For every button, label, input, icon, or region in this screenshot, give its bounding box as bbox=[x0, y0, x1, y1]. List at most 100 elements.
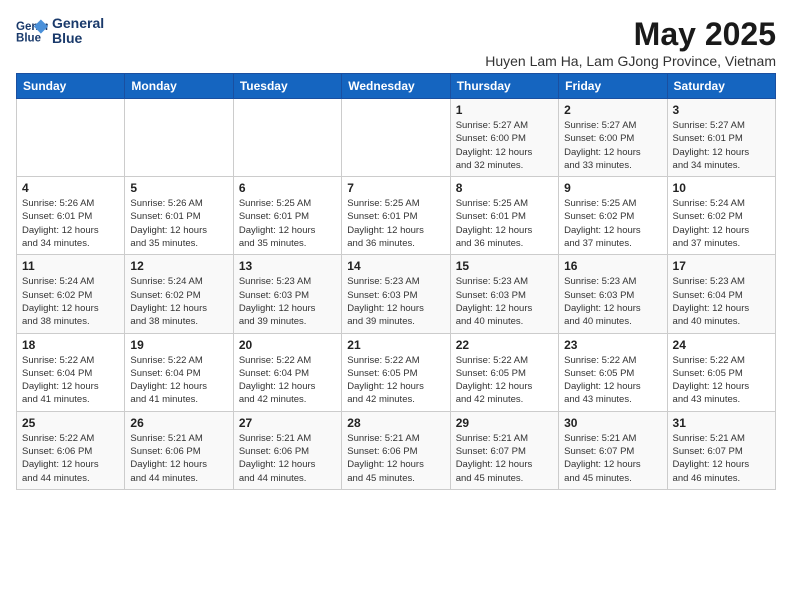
day-info: Sunrise: 5:22 AM Sunset: 6:05 PM Dayligh… bbox=[564, 354, 661, 407]
day-info: Sunrise: 5:21 AM Sunset: 6:06 PM Dayligh… bbox=[347, 432, 444, 485]
calendar-cell: 26Sunrise: 5:21 AM Sunset: 6:06 PM Dayli… bbox=[125, 411, 233, 489]
day-info: Sunrise: 5:24 AM Sunset: 6:02 PM Dayligh… bbox=[130, 275, 227, 328]
calendar-cell: 14 Sunrise: 5:23 AM Sunset: 6:03 PM Dayli… bbox=[342, 255, 450, 333]
calendar-cell: 7 Sunrise: 5:25 AM Sunset: 6:01 PM Daylig… bbox=[342, 177, 450, 255]
header-day-wednesday: Wednesday bbox=[342, 74, 450, 99]
day-number: 10 bbox=[673, 181, 770, 195]
calendar-body: 1 Sunrise: 5:27 AM Sunset: 6:00 PM Daylig… bbox=[17, 99, 776, 490]
calendar-cell: 12 Sunrise: 5:24 AM Sunset: 6:02 PM Dayli… bbox=[125, 255, 233, 333]
calendar-cell bbox=[125, 99, 233, 177]
week-row-1: 1 Sunrise: 5:27 AM Sunset: 6:00 PM Daylig… bbox=[17, 99, 776, 177]
calendar-title: May 2025 bbox=[485, 16, 776, 53]
day-info: Sunrise: 5:22 AM Sunset: 6:04 PM Dayligh… bbox=[239, 354, 336, 407]
day-info: Sunrise: 5:26 AM Sunset: 6:01 PM Dayligh… bbox=[130, 197, 227, 250]
day-info: Sunrise: 5:23 AM Sunset: 6:03 PM Dayligh… bbox=[456, 275, 553, 328]
day-number: 18 bbox=[22, 338, 119, 352]
header-day-friday: Friday bbox=[559, 74, 667, 99]
day-number: 13 bbox=[239, 259, 336, 273]
day-number: 9 bbox=[564, 181, 661, 195]
day-info: Sunrise: 5:24 AM Sunset: 6:02 PM Dayligh… bbox=[22, 275, 119, 328]
day-info: Sunrise: 5:23 AM Sunset: 6:04 PM Dayligh… bbox=[673, 275, 770, 328]
day-number: 14 bbox=[347, 259, 444, 273]
day-info: Sunrise: 5:23 AM Sunset: 6:03 PM Dayligh… bbox=[347, 275, 444, 328]
calendar-cell: 10 Sunrise: 5:24 AM Sunset: 6:02 PM Dayli… bbox=[667, 177, 775, 255]
day-number: 6 bbox=[239, 181, 336, 195]
calendar-cell: 22 Sunrise: 5:22 AM Sunset: 6:05 PM Dayli… bbox=[450, 333, 558, 411]
header-row: SundayMondayTuesdayWednesdayThursdayFrid… bbox=[17, 74, 776, 99]
day-number: 11 bbox=[22, 259, 119, 273]
day-number: 17 bbox=[673, 259, 770, 273]
day-number: 4 bbox=[22, 181, 119, 195]
calendar-cell: 19Sunrise: 5:22 AM Sunset: 6:04 PM Dayli… bbox=[125, 333, 233, 411]
day-number: 5 bbox=[130, 181, 227, 195]
header-day-saturday: Saturday bbox=[667, 74, 775, 99]
day-number: 23 bbox=[564, 338, 661, 352]
page-header: General Blue General Blue May 2025 Huyen… bbox=[16, 16, 776, 69]
calendar-cell: 13 Sunrise: 5:23 AM Sunset: 6:03 PM Dayli… bbox=[233, 255, 341, 333]
day-info: Sunrise: 5:22 AM Sunset: 6:05 PM Dayligh… bbox=[456, 354, 553, 407]
day-number: 7 bbox=[347, 181, 444, 195]
day-number: 30 bbox=[564, 416, 661, 430]
day-number: 21 bbox=[347, 338, 444, 352]
header-day-monday: Monday bbox=[125, 74, 233, 99]
logo: General Blue General Blue bbox=[16, 16, 104, 47]
day-number: 27 bbox=[239, 416, 336, 430]
calendar-cell: 8Sunrise: 5:25 AM Sunset: 6:01 PM Daylig… bbox=[450, 177, 558, 255]
day-info: Sunrise: 5:21 AM Sunset: 6:06 PM Dayligh… bbox=[239, 432, 336, 485]
day-info: Sunrise: 5:22 AM Sunset: 6:05 PM Dayligh… bbox=[347, 354, 444, 407]
day-info: Sunrise: 5:21 AM Sunset: 6:07 PM Dayligh… bbox=[673, 432, 770, 485]
calendar-cell: 11 Sunrise: 5:24 AM Sunset: 6:02 PM Dayli… bbox=[17, 255, 125, 333]
logo-text-line1: General bbox=[52, 16, 104, 31]
calendar-cell: 15Sunrise: 5:23 AM Sunset: 6:03 PM Dayli… bbox=[450, 255, 558, 333]
calendar-cell: 29Sunrise: 5:21 AM Sunset: 6:07 PM Dayli… bbox=[450, 411, 558, 489]
day-info: Sunrise: 5:25 AM Sunset: 6:01 PM Dayligh… bbox=[239, 197, 336, 250]
day-info: Sunrise: 5:25 AM Sunset: 6:01 PM Dayligh… bbox=[347, 197, 444, 250]
header-day-tuesday: Tuesday bbox=[233, 74, 341, 99]
calendar-cell: 28 Sunrise: 5:21 AM Sunset: 6:06 PM Dayli… bbox=[342, 411, 450, 489]
header-day-sunday: Sunday bbox=[17, 74, 125, 99]
logo-text-line2: Blue bbox=[52, 31, 104, 46]
day-number: 1 bbox=[456, 103, 553, 117]
calendar-cell: 5 Sunrise: 5:26 AM Sunset: 6:01 PM Daylig… bbox=[125, 177, 233, 255]
calendar-header: SundayMondayTuesdayWednesdayThursdayFrid… bbox=[17, 74, 776, 99]
day-number: 20 bbox=[239, 338, 336, 352]
calendar-cell: 25Sunrise: 5:22 AM Sunset: 6:06 PM Dayli… bbox=[17, 411, 125, 489]
day-number: 8 bbox=[456, 181, 553, 195]
week-row-2: 4 Sunrise: 5:26 AM Sunset: 6:01 PM Daylig… bbox=[17, 177, 776, 255]
day-number: 28 bbox=[347, 416, 444, 430]
calendar-cell bbox=[233, 99, 341, 177]
day-info: Sunrise: 5:22 AM Sunset: 6:04 PM Dayligh… bbox=[130, 354, 227, 407]
week-row-5: 25Sunrise: 5:22 AM Sunset: 6:06 PM Dayli… bbox=[17, 411, 776, 489]
week-row-3: 11 Sunrise: 5:24 AM Sunset: 6:02 PM Dayli… bbox=[17, 255, 776, 333]
day-info: Sunrise: 5:27 AM Sunset: 6:00 PM Dayligh… bbox=[564, 119, 661, 172]
calendar-cell: 2Sunrise: 5:27 AM Sunset: 6:00 PM Daylig… bbox=[559, 99, 667, 177]
calendar-cell: 9 Sunrise: 5:25 AM Sunset: 6:02 PM Daylig… bbox=[559, 177, 667, 255]
calendar-cell: 24Sunrise: 5:22 AM Sunset: 6:05 PM Dayli… bbox=[667, 333, 775, 411]
day-info: Sunrise: 5:21 AM Sunset: 6:06 PM Dayligh… bbox=[130, 432, 227, 485]
day-number: 12 bbox=[130, 259, 227, 273]
day-number: 25 bbox=[22, 416, 119, 430]
calendar-cell: 6 Sunrise: 5:25 AM Sunset: 6:01 PM Daylig… bbox=[233, 177, 341, 255]
day-info: Sunrise: 5:21 AM Sunset: 6:07 PM Dayligh… bbox=[564, 432, 661, 485]
calendar-cell: 16Sunrise: 5:23 AM Sunset: 6:03 PM Dayli… bbox=[559, 255, 667, 333]
calendar-cell: 21 Sunrise: 5:22 AM Sunset: 6:05 PM Dayli… bbox=[342, 333, 450, 411]
day-number: 22 bbox=[456, 338, 553, 352]
svg-text:Blue: Blue bbox=[16, 33, 42, 45]
day-info: Sunrise: 5:21 AM Sunset: 6:07 PM Dayligh… bbox=[456, 432, 553, 485]
title-block: May 2025 Huyen Lam Ha, Lam GJong Provinc… bbox=[485, 16, 776, 69]
calendar-cell: 4 Sunrise: 5:26 AM Sunset: 6:01 PM Daylig… bbox=[17, 177, 125, 255]
day-info: Sunrise: 5:24 AM Sunset: 6:02 PM Dayligh… bbox=[673, 197, 770, 250]
day-number: 31 bbox=[673, 416, 770, 430]
calendar-cell: 27 Sunrise: 5:21 AM Sunset: 6:06 PM Dayli… bbox=[233, 411, 341, 489]
calendar-cell: 20 Sunrise: 5:22 AM Sunset: 6:04 PM Dayli… bbox=[233, 333, 341, 411]
header-day-thursday: Thursday bbox=[450, 74, 558, 99]
calendar-cell: 18 Sunrise: 5:22 AM Sunset: 6:04 PM Dayli… bbox=[17, 333, 125, 411]
calendar-cell: 17 Sunrise: 5:23 AM Sunset: 6:04 PM Dayli… bbox=[667, 255, 775, 333]
calendar-cell: 31 Sunrise: 5:21 AM Sunset: 6:07 PM Dayli… bbox=[667, 411, 775, 489]
day-info: Sunrise: 5:23 AM Sunset: 6:03 PM Dayligh… bbox=[239, 275, 336, 328]
week-row-4: 18 Sunrise: 5:22 AM Sunset: 6:04 PM Dayli… bbox=[17, 333, 776, 411]
day-info: Sunrise: 5:22 AM Sunset: 6:05 PM Dayligh… bbox=[673, 354, 770, 407]
day-info: Sunrise: 5:22 AM Sunset: 6:04 PM Dayligh… bbox=[22, 354, 119, 407]
day-info: Sunrise: 5:26 AM Sunset: 6:01 PM Dayligh… bbox=[22, 197, 119, 250]
day-info: Sunrise: 5:25 AM Sunset: 6:02 PM Dayligh… bbox=[564, 197, 661, 250]
